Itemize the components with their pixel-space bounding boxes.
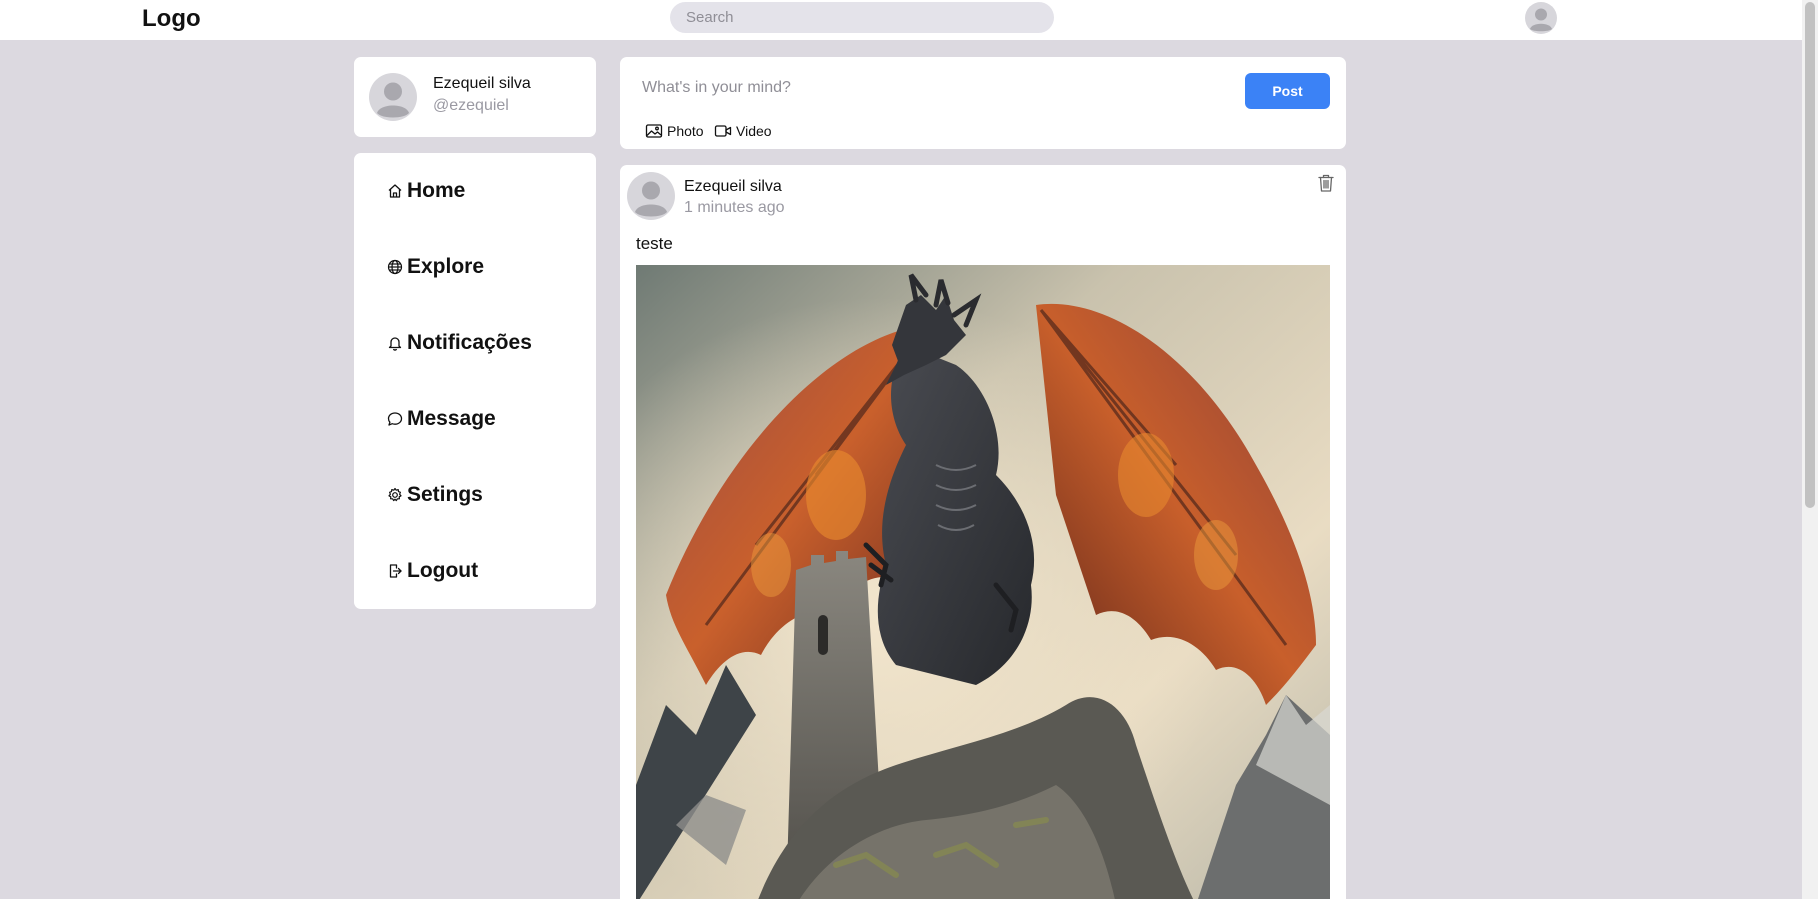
post-author-avatar-icon[interactable] bbox=[627, 172, 675, 220]
page-scrollbar[interactable] bbox=[1802, 0, 1818, 899]
compose-card: Post Photo Video bbox=[620, 57, 1346, 149]
home-icon bbox=[388, 184, 402, 198]
nav-item-settings[interactable]: Setings bbox=[354, 457, 596, 533]
post-timestamp: 1 minutes ago bbox=[684, 199, 785, 216]
trash-icon[interactable] bbox=[1317, 173, 1335, 193]
post-card: Ezequeil silva 1 minutes ago teste bbox=[620, 165, 1346, 899]
nav-item-explore[interactable]: Explore bbox=[354, 229, 596, 305]
bell-icon bbox=[388, 337, 402, 351]
profile-handle: @ezequiel bbox=[433, 97, 509, 114]
scrollbar-thumb[interactable] bbox=[1805, 2, 1815, 508]
chat-icon bbox=[387, 412, 403, 426]
image-icon bbox=[645, 124, 663, 138]
compose-input[interactable] bbox=[642, 74, 1222, 102]
user-avatar-icon[interactable] bbox=[1525, 2, 1557, 34]
gear-icon bbox=[388, 487, 402, 502]
nav-label-settings: Setings bbox=[407, 483, 483, 506]
nav-label-home: Home bbox=[407, 179, 466, 202]
nav-item-logout[interactable]: Logout bbox=[354, 533, 596, 609]
post-button[interactable]: Post bbox=[1245, 73, 1330, 109]
attach-photo-label: Photo bbox=[667, 123, 704, 139]
profile-name: Ezequeil silva bbox=[433, 75, 531, 92]
nav-item-home[interactable]: Home bbox=[354, 153, 596, 229]
search-input[interactable] bbox=[670, 2, 1054, 33]
post-image-dragon[interactable] bbox=[636, 265, 1330, 899]
nav-label-notifications: Notificações bbox=[407, 331, 532, 354]
sidebar-nav: Home Explore Notificações Message Seting… bbox=[354, 153, 596, 609]
nav-label-explore: Explore bbox=[407, 255, 485, 278]
top-bar: Logo bbox=[0, 0, 1802, 40]
nav-label-message: Message bbox=[407, 407, 496, 430]
attach-photo-button[interactable]: Photo bbox=[645, 123, 704, 139]
nav-item-message[interactable]: Message bbox=[354, 381, 596, 457]
post-text: teste bbox=[636, 234, 673, 253]
profile-card[interactable]: Ezequeil silva @ezequiel bbox=[354, 57, 596, 137]
attach-video-label: Video bbox=[736, 123, 772, 139]
globe-icon bbox=[387, 259, 403, 275]
post-author-name[interactable]: Ezequeil silva bbox=[684, 178, 782, 196]
logout-icon bbox=[389, 564, 402, 578]
attach-video-button[interactable]: Video bbox=[714, 123, 772, 139]
nav-item-notifications[interactable]: Notificações bbox=[354, 305, 596, 381]
video-icon bbox=[714, 125, 732, 137]
profile-avatar-icon bbox=[369, 73, 417, 121]
nav-label-logout: Logout bbox=[407, 559, 479, 582]
logo[interactable]: Logo bbox=[142, 5, 201, 33]
